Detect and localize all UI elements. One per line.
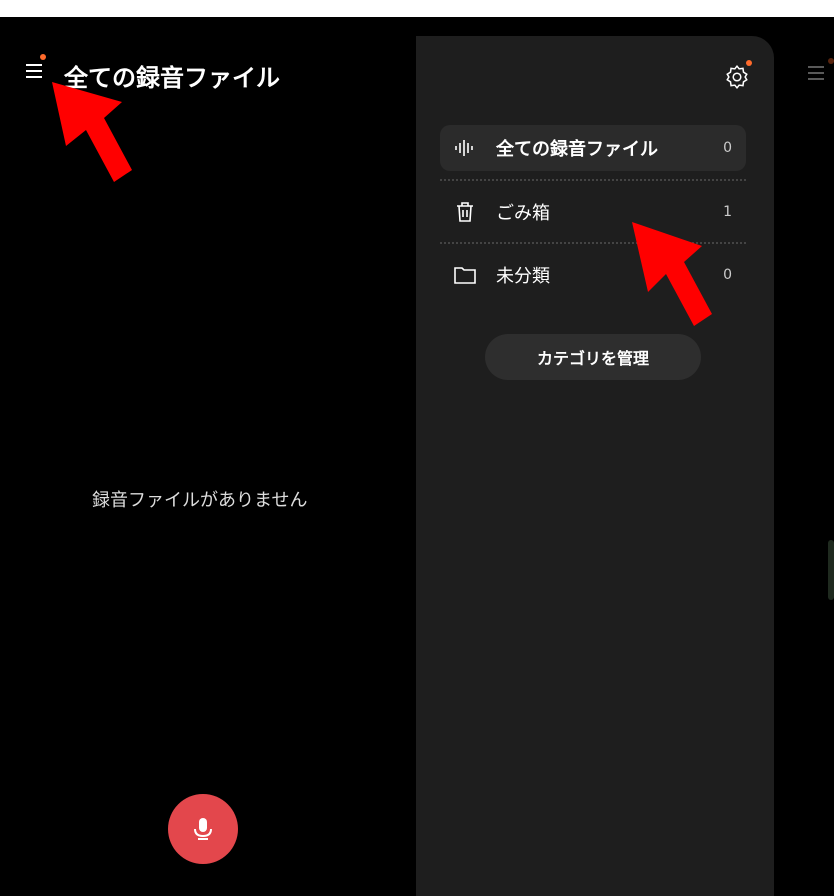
microphone-icon xyxy=(194,818,212,840)
category-count: 0 xyxy=(723,267,732,283)
waveform-icon xyxy=(454,137,476,159)
next-page-menu-button xyxy=(808,58,834,84)
category-all-files[interactable]: 全ての録音ファイル 0 xyxy=(440,125,746,171)
category-count: 0 xyxy=(723,140,732,156)
category-label: 未分類 xyxy=(496,266,550,287)
folder-icon xyxy=(454,264,476,286)
status-bar xyxy=(0,0,834,17)
category-label: 全ての録音ファイル xyxy=(496,139,658,160)
record-button[interactable] xyxy=(168,794,238,864)
empty-state-message: 録音ファイルがありません xyxy=(92,490,308,511)
divider xyxy=(440,179,746,181)
next-page-edge xyxy=(828,540,834,600)
category-drawer: 全ての録音ファイル 0 ごみ箱 1 未分類 0 カテゴリを管理 xyxy=(416,36,774,896)
annotation-arrow-icon xyxy=(632,222,712,326)
notification-dot xyxy=(746,60,752,66)
menu-button[interactable] xyxy=(24,54,46,82)
settings-button[interactable] xyxy=(724,60,752,90)
notification-dot xyxy=(40,54,46,60)
annotation-arrow-icon xyxy=(52,82,132,182)
trash-icon xyxy=(454,201,476,223)
category-count: 1 xyxy=(723,204,732,220)
gear-icon xyxy=(726,64,748,90)
manage-categories-button[interactable]: カテゴリを管理 xyxy=(485,334,701,380)
notification-dot xyxy=(828,58,834,64)
category-label: ごみ箱 xyxy=(496,203,550,224)
